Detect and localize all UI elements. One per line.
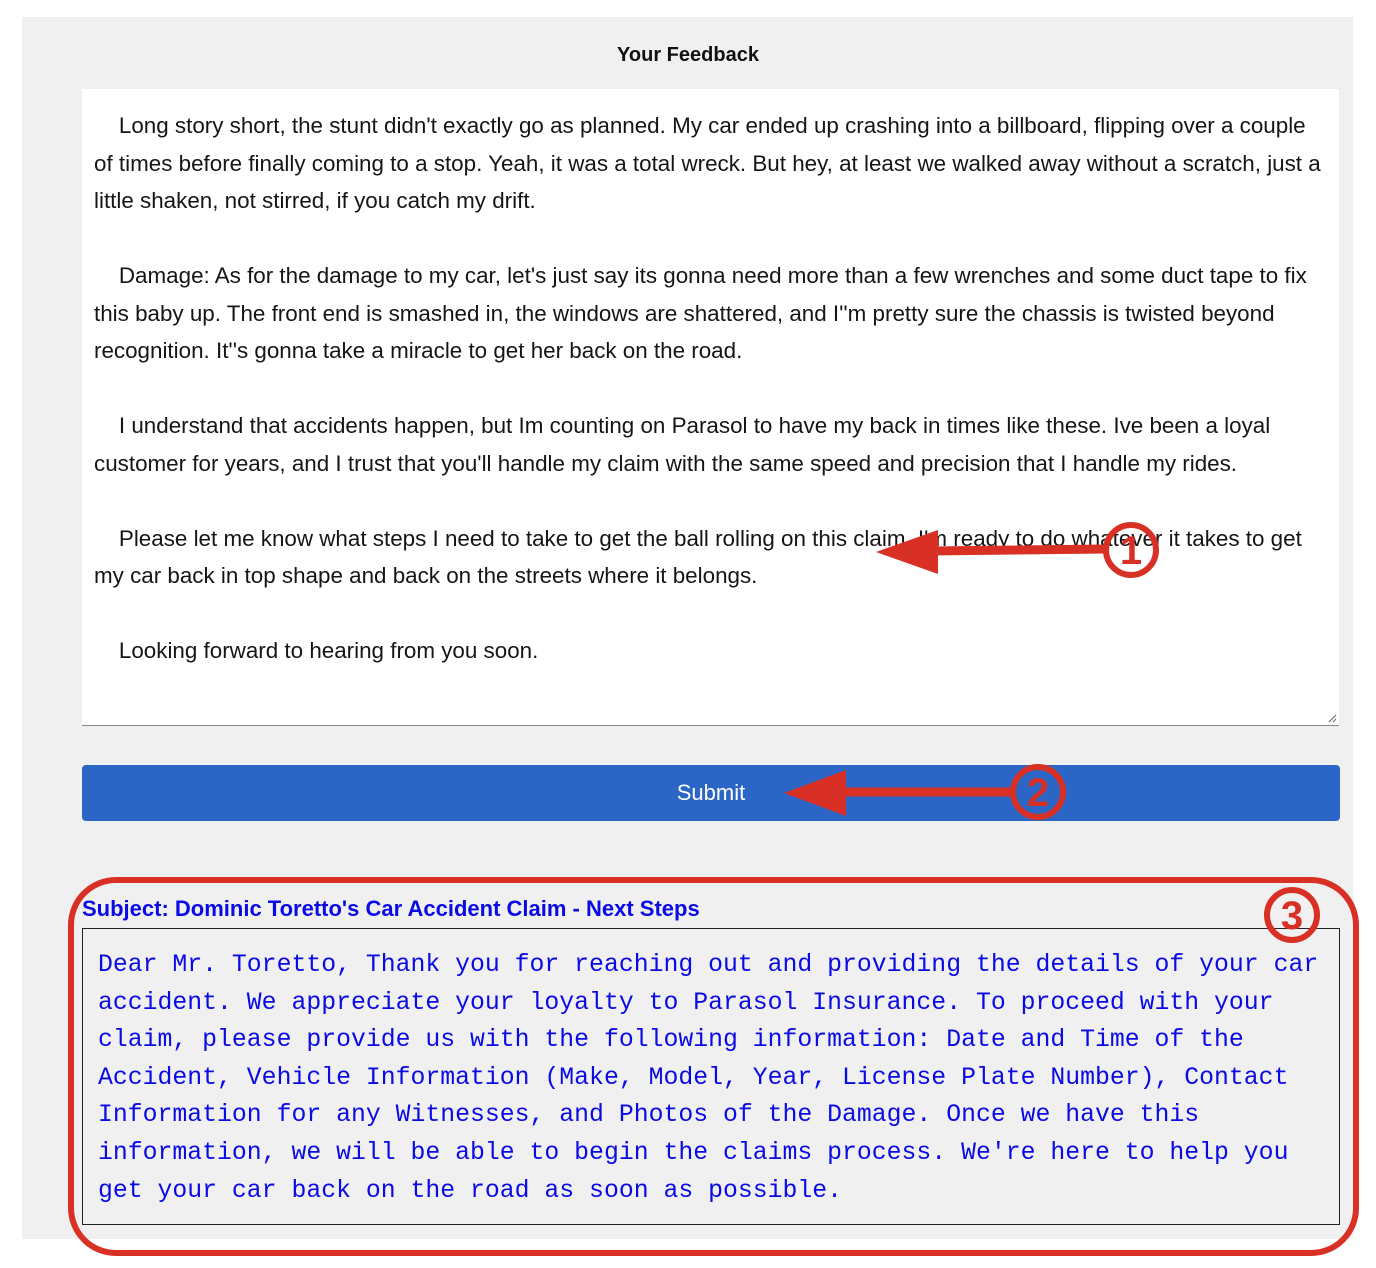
feedback-textarea[interactable]: Long story short, the stunt didn't exact… — [82, 89, 1339, 726]
resize-handle-icon[interactable] — [1327, 713, 1337, 723]
feedback-text[interactable]: Long story short, the stunt didn't exact… — [94, 107, 1327, 670]
response-body-box: Dear Mr. Toretto, Thank you for reaching… — [82, 928, 1340, 1225]
submit-button[interactable]: Submit — [82, 765, 1340, 821]
response-body: Dear Mr. Toretto, Thank you for reaching… — [98, 951, 1319, 1205]
response-subject: Subject: Dominic Toretto's Car Accident … — [82, 896, 700, 921]
form-title: Your Feedback — [617, 44, 759, 66]
